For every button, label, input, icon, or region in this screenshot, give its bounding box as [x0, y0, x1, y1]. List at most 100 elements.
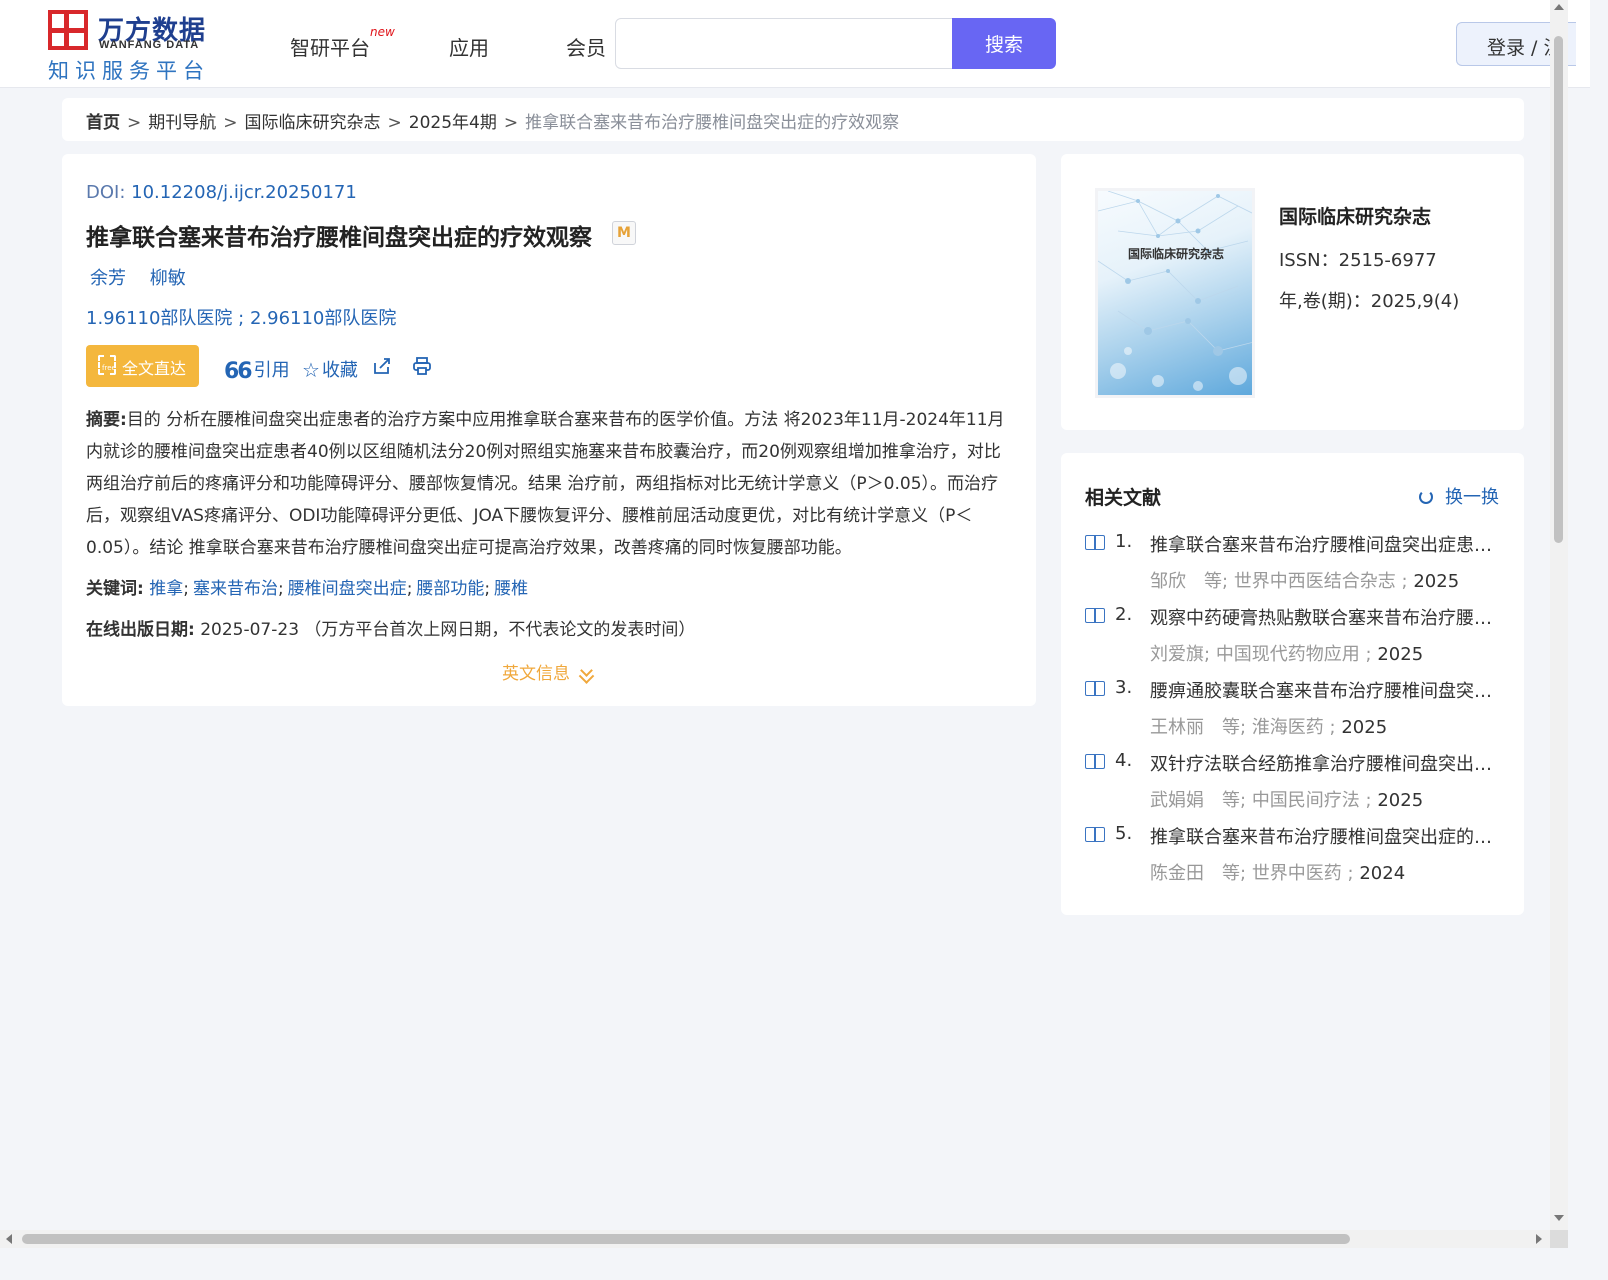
scrollbar-corner — [1550, 1230, 1568, 1248]
keyword-link[interactable]: 腰椎间盘突出症 — [288, 579, 407, 599]
related-title-link[interactable]: 腰痹通胶囊联合塞来昔布治疗腰椎间盘突出... — [1150, 677, 1495, 703]
breadcrumb-separator: > — [387, 113, 402, 133]
related-year: 2025 — [1341, 717, 1388, 738]
favorite-button[interactable]: ☆ 收藏 — [302, 356, 358, 382]
breadcrumb-journal[interactable]: 国际临床研究杂志 — [245, 113, 381, 133]
related-meta: 刘爱旗; 中国现代药物应用 ; 2025 — [1150, 640, 1423, 666]
related-literature-card: 相关文献 换一换 1. 推拿联合塞来昔布治疗腰椎间盘突出症患者... 邹欣 等;… — [1061, 453, 1524, 915]
nav-new-badge: new — [370, 25, 395, 39]
journal-issn: ISSN：2515-6977 — [1279, 250, 1437, 271]
author-link[interactable]: 柳敏 — [150, 268, 186, 289]
author-link[interactable]: 余芳 — [90, 268, 126, 289]
journal-cover[interactable]: 国际临床研究杂志 — [1095, 188, 1255, 398]
related-title-link[interactable]: 推拿联合塞来昔布治疗腰椎间盘突出症的疗... — [1150, 823, 1495, 849]
related-source[interactable]: 世界中西医结合杂志 ; — [1234, 571, 1408, 592]
pubdate-value: 2025-07-23 — [200, 620, 300, 640]
search-box: 搜索 — [615, 18, 1056, 69]
related-authors[interactable]: 邹欣 等; — [1150, 571, 1228, 592]
cite-button[interactable]: 66 引用 — [224, 356, 290, 384]
doi-label: DOI: — [86, 182, 126, 203]
keyword-link[interactable]: 推拿 — [149, 579, 183, 599]
affiliations[interactable]: 1.96110部队医院 ; 2.96110部队医院 — [86, 304, 396, 330]
article-card: DOI: 10.12208/j.ijcr.20250171 推拿联合塞来昔布治疗… — [62, 154, 1036, 706]
logo-mark-icon — [48, 10, 88, 50]
journal-volume: 年,卷(期)：2025,9(4) — [1279, 291, 1460, 312]
abstract-label: 摘要: — [86, 410, 127, 430]
related-title: 相关文献 — [1085, 487, 1162, 509]
related-source[interactable]: 世界中医药 ; — [1252, 863, 1354, 884]
related-meta: 王林丽 等; 淮海医药 ; 2025 — [1150, 713, 1387, 739]
author-list: 余芳 柳敏 — [90, 264, 186, 290]
vertical-scroll-thumb[interactable] — [1554, 36, 1563, 543]
scroll-left-arrow-icon[interactable] — [6, 1234, 12, 1244]
scroll-right-arrow-icon[interactable] — [1536, 1234, 1542, 1244]
fulltext-button[interactable]: 全文直达 — [86, 345, 199, 387]
related-authors[interactable]: 武娟娟 等; — [1150, 790, 1246, 811]
share-icon — [374, 358, 390, 374]
nav-zhiyan[interactable]: 智研平台 — [290, 32, 370, 61]
vertical-scrollbar[interactable] — [1550, 0, 1568, 1230]
related-authors[interactable]: 陈金田 等; — [1150, 863, 1246, 884]
related-meta: 邹欣 等; 世界中西医结合杂志 ; 2025 — [1150, 567, 1459, 593]
fulltext-label: 全文直达 — [122, 359, 187, 378]
keyword-link[interactable]: 腰部功能 — [416, 579, 484, 599]
scroll-up-arrow-icon[interactable] — [1554, 4, 1564, 10]
double-chevron-down-icon — [580, 664, 593, 677]
related-num: 5. — [1115, 823, 1133, 844]
related-authors[interactable]: 刘爱旗; — [1150, 644, 1210, 665]
related-title-link[interactable]: 推拿联合塞来昔布治疗腰椎间盘突出症患者... — [1150, 531, 1495, 557]
related-title-link[interactable]: 观察中药硬膏热贴敷联合塞来昔布治疗腰椎... — [1150, 604, 1495, 630]
related-num: 4. — [1115, 750, 1133, 771]
breadcrumb-issue[interactable]: 2025年4期 — [409, 113, 497, 133]
search-button[interactable]: 搜索 — [952, 18, 1056, 69]
related-authors[interactable]: 王林丽 等; — [1150, 717, 1246, 738]
refresh-button[interactable]: 换一换 — [1419, 483, 1499, 509]
book-icon — [1085, 754, 1105, 769]
book-icon — [1085, 681, 1105, 696]
related-year: 2024 — [1359, 863, 1406, 884]
m-badge-icon[interactable]: M — [612, 221, 636, 245]
cover-title: 国际临床研究杂志 — [1128, 247, 1225, 261]
breadcrumb-separator: > — [503, 113, 519, 133]
free-download-icon — [98, 355, 116, 375]
book-icon — [1085, 827, 1105, 842]
breadcrumb: 首页 > 期刊导航 > 国际临床研究杂志 >2025年4期 > 推拿联合塞来昔布治疗腰椎间盘突… — [62, 98, 1524, 141]
related-title-link[interactable]: 双针疗法联合经筋推拿治疗腰椎间盘突出症... — [1150, 750, 1495, 776]
nav-membership[interactable]: 会员 — [566, 32, 606, 61]
nav-apps[interactable]: 应用 — [449, 32, 489, 61]
star-icon: ☆ — [302, 358, 320, 382]
breadcrumb-current: 推拿联合塞来昔布治疗腰椎间盘突出症的疗效观察 — [525, 113, 900, 133]
related-source[interactable]: 中国现代药物应用 ; — [1216, 644, 1372, 665]
book-icon — [1085, 535, 1105, 550]
related-meta: 武娟娟 等; 中国民间疗法 ; 2025 — [1150, 786, 1423, 812]
network-pattern-icon — [1098, 191, 1252, 391]
english-info-toggle[interactable]: 英文信息 — [502, 659, 593, 684]
breadcrumb-home[interactable]: 首页 — [86, 113, 120, 133]
scroll-down-arrow-icon[interactable] — [1554, 1215, 1564, 1221]
breadcrumb-separator: > — [127, 113, 142, 133]
print-button[interactable] — [412, 356, 432, 378]
horizontal-scrollbar[interactable] — [0, 1230, 1550, 1248]
breadcrumb-journal-nav[interactable]: 期刊导航 — [148, 113, 216, 133]
refresh-icon — [1419, 490, 1433, 504]
article-title: 推拿联合塞来昔布治疗腰椎间盘突出症的疗效观察 — [86, 225, 592, 251]
pubdate-note: （万方平台首次上网日期，不代表论文的发表时间） — [304, 620, 696, 640]
publish-date: 在线出版日期: 2025-07-23 （万方平台首次上网日期，不代表论文的发表时… — [86, 615, 695, 640]
related-source[interactable]: 中国民间疗法 ; — [1252, 790, 1372, 811]
share-button[interactable] — [372, 356, 392, 378]
related-source[interactable]: 淮海医药 ; — [1252, 717, 1336, 738]
horizontal-scroll-thumb[interactable] — [22, 1234, 1350, 1244]
journal-name[interactable]: 国际临床研究杂志 — [1279, 202, 1431, 229]
wanfang-logo[interactable]: 万方数据 WANFANG DATA 知识服务平台 — [48, 10, 218, 83]
breadcrumb-separator: > — [223, 113, 238, 133]
related-year: 2025 — [1377, 644, 1424, 665]
keyword-link[interactable]: 塞来昔布治 — [193, 579, 278, 599]
keywords: 关键词: 推拿; 塞来昔布治; 腰椎间盘突出症; 腰部功能; 腰椎 — [86, 579, 529, 599]
english-info-label: 英文信息 — [502, 664, 570, 684]
search-input[interactable] — [616, 19, 952, 68]
logo-subtitle: 知识服务平台 — [48, 59, 210, 83]
book-icon — [1085, 608, 1105, 623]
doi-link[interactable]: 10.12208/j.ijcr.20250171 — [131, 182, 357, 203]
keywords-label: 关键词: — [86, 579, 144, 599]
keyword-link[interactable]: 腰椎 — [494, 579, 528, 599]
